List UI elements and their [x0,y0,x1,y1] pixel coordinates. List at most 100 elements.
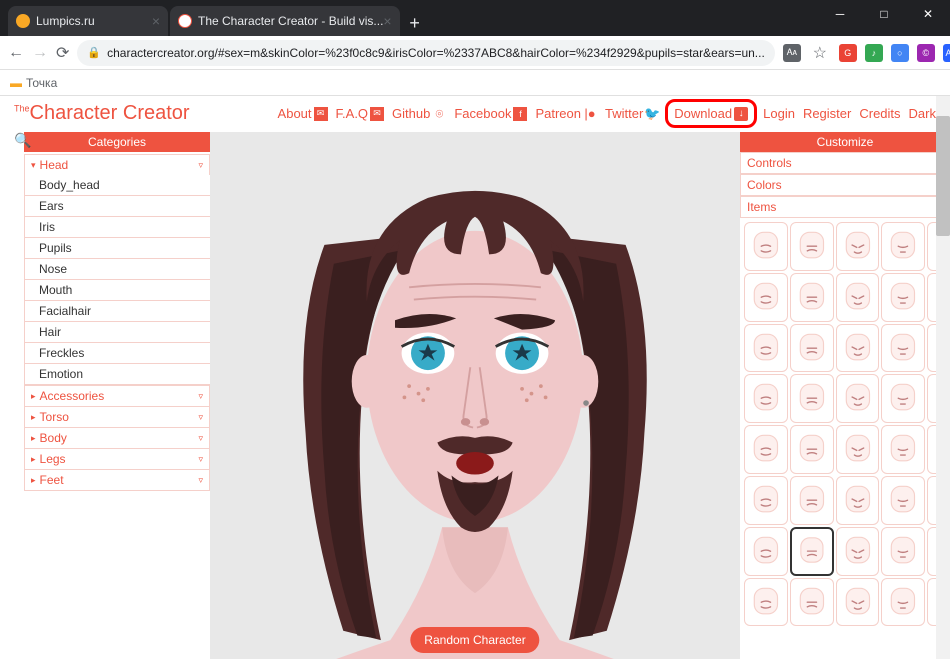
tab-title: The Character Creator - Build vis... [198,14,383,28]
category-item[interactable]: Emotion [24,364,210,385]
categories-header: Categories [24,132,210,152]
category-item[interactable]: Nose [24,259,210,280]
address-bar: ← → ⟳ 🔒 charactercreator.org/#sex=m&skin… [0,36,950,70]
character-canvas[interactable]: Random Character [210,132,740,659]
nav-github[interactable]: Github⌾ [392,106,446,121]
triangle-icon: ▿ [198,412,203,423]
category-item[interactable]: Freckles [24,343,210,364]
maximize-button[interactable]: □ [862,0,906,28]
category-item[interactable]: Iris [24,217,210,238]
emotion-item[interactable] [744,527,788,576]
emotion-item[interactable] [744,324,788,373]
emotion-item[interactable] [744,476,788,525]
emotion-item[interactable] [881,578,925,627]
close-window-button[interactable]: ✕ [906,0,950,28]
emotion-item[interactable] [790,527,834,576]
browser-tab-inactive[interactable]: Lumpics.ru × [8,6,168,36]
nav-credits[interactable]: Credits [859,106,900,121]
emotion-item[interactable] [836,527,880,576]
emotion-item[interactable] [744,425,788,474]
reload-button[interactable]: ⟳ [56,42,69,64]
emotion-item[interactable] [790,425,834,474]
character-illustration [210,132,740,659]
browser-tab-active[interactable]: The Character Creator - Build vis... × [170,6,400,36]
emotion-item[interactable] [790,324,834,373]
category-group-torso[interactable]: ▸ Torso▿ [24,406,210,427]
emotion-item[interactable] [881,222,925,271]
nav-dark[interactable]: Dark [909,106,936,121]
translate-icon[interactable]: 🗛 [783,44,801,62]
section-colors[interactable]: Colors▵ [740,174,950,196]
section-controls[interactable]: Controls▿ [740,152,950,174]
back-button[interactable]: ← [8,42,24,64]
section-items[interactable]: Items [740,196,950,218]
scrollbar[interactable] [936,96,950,659]
emotion-item[interactable] [790,476,834,525]
emotion-item[interactable] [881,476,925,525]
emotion-item[interactable] [836,476,880,525]
close-icon[interactable]: × [152,13,160,29]
category-group-head[interactable]: ▾ Head▿ [24,154,210,175]
ext-icon-5[interactable]: AD [943,44,950,62]
download-icon: ↓ [734,107,748,121]
nav-login[interactable]: Login [763,106,795,121]
bookmark-label: Точка [26,76,57,90]
logo[interactable]: TheCharacter Creator [14,102,190,125]
emotion-item[interactable] [836,222,880,271]
emotion-item[interactable] [881,425,925,474]
emotion-item[interactable] [744,578,788,627]
close-icon[interactable]: × [383,13,391,29]
star-icon[interactable]: ☆ [809,42,831,64]
emotion-item[interactable] [744,374,788,423]
emotion-item[interactable] [744,273,788,322]
window-controls: ─ □ ✕ [818,0,950,28]
emotion-item[interactable] [836,578,880,627]
emotion-item[interactable] [790,578,834,627]
lock-icon: 🔒 [87,46,101,59]
category-item[interactable]: Facialhair [24,301,210,322]
new-tab-button[interactable]: + [402,10,428,36]
nav-facebook[interactable]: Facebookf [454,106,527,121]
emotion-item[interactable] [790,273,834,322]
bookmark-item[interactable]: ▬ Точка [10,76,57,90]
nav-register[interactable]: Register [803,106,851,121]
emotion-item[interactable] [881,324,925,373]
emotion-item[interactable] [836,273,880,322]
emotion-item[interactable] [790,374,834,423]
emotion-item[interactable] [836,374,880,423]
nav-download[interactable]: Download↓ [665,99,757,128]
minimize-button[interactable]: ─ [818,0,862,28]
url-field[interactable]: 🔒 charactercreator.org/#sex=m&skinColor=… [77,40,774,66]
emotion-item[interactable] [881,527,925,576]
category-group-feet[interactable]: ▸ Feet▿ [24,469,210,491]
ext-icon-4[interactable]: © [917,44,935,62]
emotion-item[interactable] [790,222,834,271]
emotion-item[interactable] [744,222,788,271]
github-icon: ⌾ [432,107,446,121]
nav-patreon[interactable]: Patreon|● [535,106,597,121]
category-group-legs[interactable]: ▸ Legs▿ [24,448,210,469]
category-item[interactable]: Mouth [24,280,210,301]
page-header: TheCharacter Creator About✉ F.A.Q✉ Githu… [0,102,950,125]
scroll-thumb[interactable] [936,116,950,236]
emotion-item[interactable] [881,273,925,322]
category-group-accessories[interactable]: ▸ Accessories▿ [24,385,210,406]
nav-about[interactable]: About✉ [278,106,328,121]
emotion-item[interactable] [836,324,880,373]
ext-icon-1[interactable]: G [839,44,857,62]
forward-button[interactable]: → [32,42,48,64]
category-item[interactable]: Body_head [24,175,210,196]
category-group-body[interactable]: ▸ Body▿ [24,427,210,448]
category-item[interactable]: Ears [24,196,210,217]
emotion-item[interactable] [881,374,925,423]
category-item[interactable]: Hair [24,322,210,343]
category-item[interactable]: Pupils [24,238,210,259]
nav-twitter[interactable]: Twitter🐦 [605,106,659,121]
nav-faq[interactable]: F.A.Q✉ [336,106,385,121]
random-character-button[interactable]: Random Character [410,627,539,653]
ext-icon-3[interactable]: ○ [891,44,909,62]
emotion-item[interactable] [836,425,880,474]
search-icon[interactable]: 🔍 [14,132,31,149]
customize-header: Customize [740,132,950,152]
ext-icon-2[interactable]: ♪ [865,44,883,62]
